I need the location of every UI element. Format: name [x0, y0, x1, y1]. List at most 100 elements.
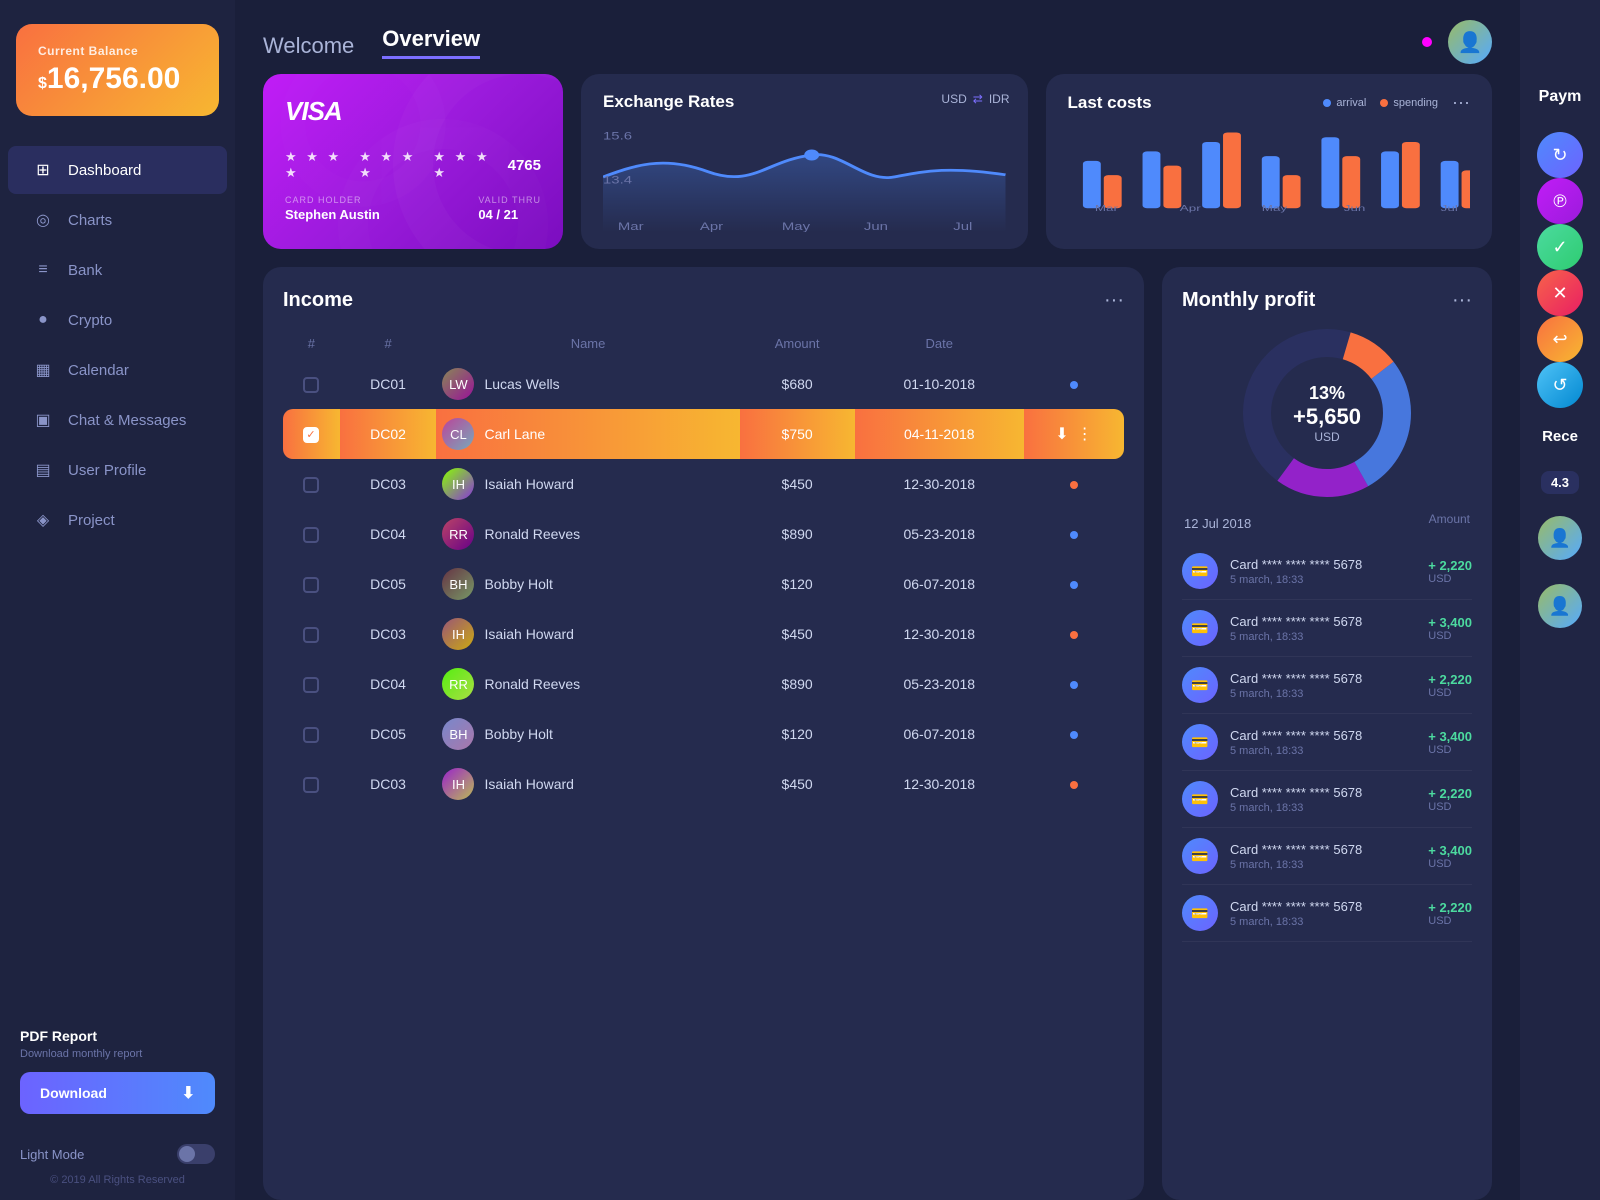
row-checkbox[interactable]	[303, 477, 319, 493]
rating-badge: 4.3	[1541, 471, 1579, 494]
right-btn-green[interactable]: ✓	[1537, 224, 1583, 270]
header: Welcome Overview 👤	[235, 0, 1520, 74]
income-menu-icon[interactable]: ···	[1104, 289, 1124, 312]
sidebar-item-chat[interactable]: ▣ Chat & Messages	[8, 396, 227, 444]
download-button[interactable]: Download ⬇	[20, 1072, 215, 1114]
trans-currency: USD	[1428, 573, 1472, 585]
row-id: DC03	[340, 459, 437, 509]
holder-name: Stephen Austin	[285, 207, 380, 222]
status-dot	[1070, 731, 1078, 739]
sidebar-item-bank[interactable]: ≡ Bank	[8, 246, 227, 294]
table-row[interactable]: DC05 BH Bobby Holt $120 06-07-2018	[283, 709, 1124, 759]
col-check-cell	[283, 459, 340, 509]
nav-label-bank: Bank	[68, 262, 102, 279]
nav-icon-profile: ▤	[32, 459, 54, 481]
tab-overview[interactable]: Overview	[382, 26, 480, 59]
table-row[interactable]: DC01 LW Lucas Wells $680 01-10-2018	[283, 359, 1124, 409]
holder-label: CARD HOLDER	[285, 195, 380, 205]
row-name-cell: BH Bobby Holt	[436, 559, 739, 609]
sidebar-item-crypto[interactable]: ● Crypto	[8, 296, 227, 344]
trans-date: 5 march, 18:33	[1230, 631, 1428, 643]
table-row[interactable]: DC03 IH Isaiah Howard $450 12-30-2018	[283, 609, 1124, 659]
table-row[interactable]: DC04 RR Ronald Reeves $890 05-23-2018	[283, 509, 1124, 559]
row-checkbox[interactable]	[303, 427, 319, 443]
table-row[interactable]: DC03 IH Isaiah Howard $450 12-30-2018	[283, 759, 1124, 809]
row-amount: $680	[740, 359, 855, 409]
row-avatar: RR	[442, 668, 474, 700]
trans-amount-cell: + 2,220 USD	[1428, 900, 1472, 927]
table-row[interactable]: DC04 RR Ronald Reeves $890 05-23-2018	[283, 659, 1124, 709]
row-name: Lucas Wells	[484, 376, 559, 392]
row-amount: $450	[740, 759, 855, 809]
row-name: Ronald Reeves	[484, 676, 580, 692]
sidebar-item-project[interactable]: ◈ Project	[8, 496, 227, 544]
row-status	[1024, 759, 1124, 809]
bottom-row: Income ··· # # Name Amount Date DC01	[235, 267, 1520, 1200]
legend-spending-dot	[1380, 99, 1388, 107]
row-avatar: IH	[442, 618, 474, 650]
income-table-header: # # Name Amount Date	[283, 328, 1124, 359]
row-status	[1024, 559, 1124, 609]
more-row-icon[interactable]: ⋮	[1077, 424, 1093, 444]
nav-label-calendar: Calendar	[68, 362, 129, 379]
trans-currency: USD	[1428, 744, 1472, 756]
row-status	[1024, 359, 1124, 409]
row-name-cell: IH Isaiah Howard	[436, 759, 739, 809]
row-name-cell: LW Lucas Wells	[436, 359, 739, 409]
right-btn-purple[interactable]: ℗	[1537, 178, 1583, 224]
card-last4: 4765	[508, 157, 541, 174]
row-actions: ⬇ ⋮	[1030, 424, 1118, 444]
pdf-report-label: PDF Report	[20, 1028, 215, 1044]
sidebar-item-dashboard[interactable]: ⊞ Dashboard	[8, 146, 227, 194]
expiry-label: VALID THRU	[478, 195, 541, 205]
row-checkbox[interactable]	[303, 627, 319, 643]
table-row[interactable]: DC03 IH Isaiah Howard $450 12-30-2018	[283, 459, 1124, 509]
sidebar-item-charts[interactable]: ◎ Charts	[8, 196, 227, 244]
row-checkbox[interactable]	[303, 527, 319, 543]
table-row[interactable]: DC02 CL Carl Lane $750 04-11-2018 ⬇ ⋮	[283, 409, 1124, 459]
trans-date: 5 march, 18:33	[1230, 859, 1428, 871]
row-id: DC03	[340, 609, 437, 659]
trans-amount-cell: + 2,220 USD	[1428, 672, 1472, 699]
notification-dot[interactable]	[1422, 37, 1432, 47]
col-check: #	[283, 328, 340, 359]
sidebar-item-calendar[interactable]: ▦ Calendar	[8, 346, 227, 394]
balance-card[interactable]: Current Balance $16,756.00	[16, 24, 219, 116]
row-status	[1024, 509, 1124, 559]
row-checkbox[interactable]	[303, 577, 319, 593]
nav-label-profile: User Profile	[68, 462, 146, 479]
download-row-icon[interactable]: ⬇	[1055, 424, 1068, 444]
row-name-cell: IH Isaiah Howard	[436, 459, 739, 509]
last-costs-menu[interactable]: ···	[1452, 92, 1470, 113]
row-checkbox[interactable]	[303, 377, 319, 393]
card-holder-info: CARD HOLDER Stephen Austin	[285, 195, 380, 222]
trans-card-icon: 💳	[1182, 838, 1218, 874]
donut-currency: USD	[1293, 430, 1361, 444]
trans-currency: USD	[1428, 630, 1472, 642]
status-dot	[1070, 381, 1078, 389]
sidebar-item-profile[interactable]: ▤ User Profile	[8, 446, 227, 494]
right-btn-teal[interactable]: ↺	[1537, 362, 1583, 408]
right-btn-blue[interactable]: ↻	[1537, 132, 1583, 178]
light-mode-toggle[interactable]	[177, 1144, 215, 1164]
row-checkbox[interactable]	[303, 677, 319, 693]
row-checkbox[interactable]	[303, 777, 319, 793]
right-btn-orange[interactable]: ↩	[1537, 316, 1583, 362]
tab-welcome[interactable]: Welcome	[263, 33, 354, 59]
trans-info: Card **** **** **** 5678 5 march, 18:33	[1230, 899, 1428, 928]
status-dot	[1070, 781, 1078, 789]
user-avatar[interactable]: 👤	[1448, 20, 1492, 64]
profit-menu-icon[interactable]: ···	[1452, 289, 1472, 312]
trans-amount: + 2,220	[1428, 558, 1472, 573]
table-row[interactable]: DC05 BH Bobby Holt $120 06-07-2018	[283, 559, 1124, 609]
row-checkbox[interactable]	[303, 727, 319, 743]
nav-label-project: Project	[68, 512, 115, 529]
transaction-item: 💳 Card **** **** **** 5678 5 march, 18:3…	[1182, 543, 1472, 600]
row-amount: $890	[740, 659, 855, 709]
donut-label: 13% +5,650 USD	[1293, 383, 1361, 444]
svg-text:Mar: Mar	[618, 220, 644, 232]
sidebar: Current Balance $16,756.00 ⊞ Dashboard◎ …	[0, 0, 235, 1200]
right-btn-red[interactable]: ✕	[1537, 270, 1583, 316]
exchange-chart: 15.6 13.4 Mar Apr May Jun Jul	[603, 122, 1006, 232]
svg-text:Jun: Jun	[1343, 204, 1365, 213]
